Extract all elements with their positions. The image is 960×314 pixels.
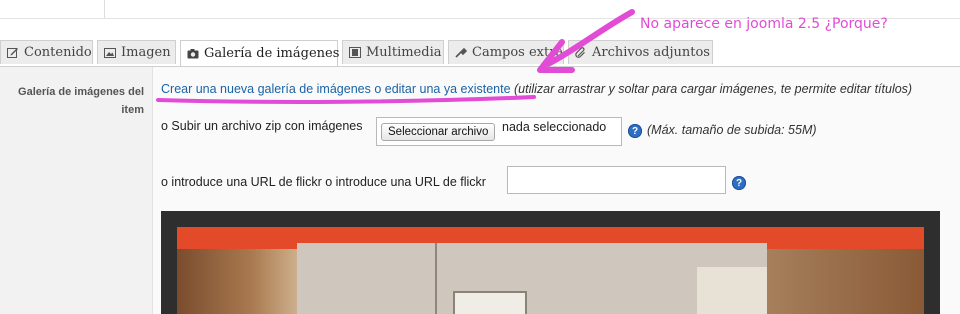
annotation-markup <box>156 9 635 104</box>
annotation-arrow-icon <box>545 9 635 67</box>
annotation-underline <box>156 95 536 104</box>
